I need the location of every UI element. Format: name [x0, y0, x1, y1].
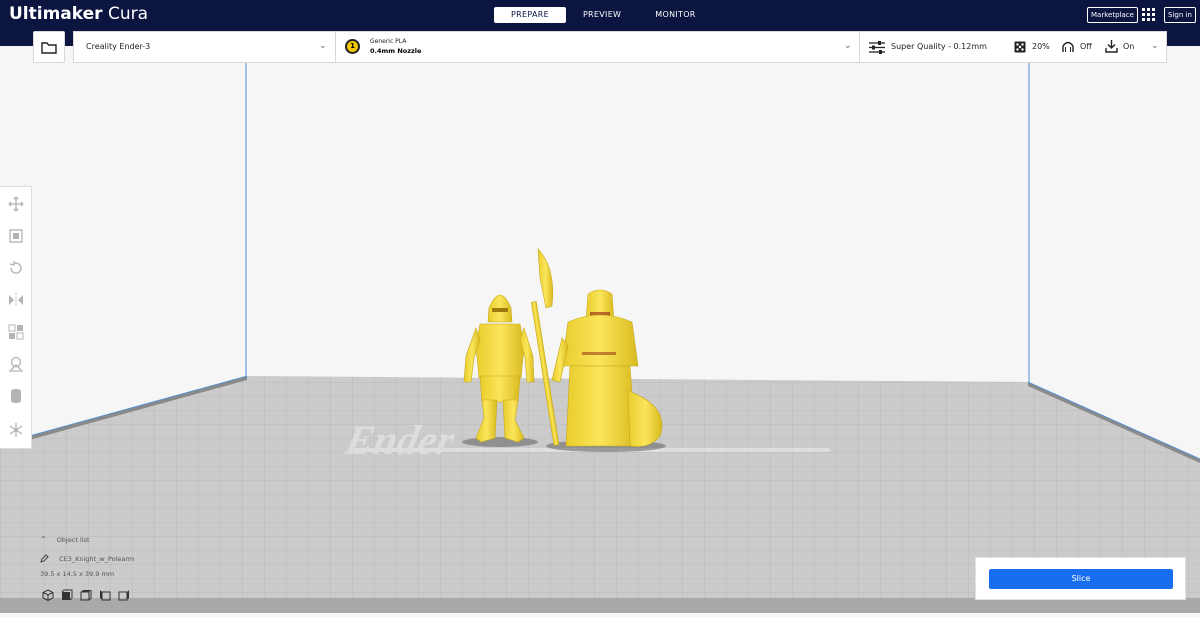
adhesion-value: On — [1123, 42, 1135, 51]
view-top-icon[interactable] — [80, 589, 92, 601]
object-list-item[interactable]: CE3_Knight_w_Polearm — [40, 554, 134, 563]
nozzle-size: 0.4mm Nozzle — [370, 47, 422, 55]
view-orientation-buttons — [42, 589, 130, 601]
printer-name: Creality Ender-3 — [86, 42, 151, 51]
chevron-up-icon: ⌃ — [40, 535, 47, 544]
object-dimensions: 39.5 x 14.5 x 39.9 mm — [40, 570, 115, 578]
stage-tabs: PREPARE PREVIEW MONITOR — [494, 7, 713, 23]
per-model-settings-icon[interactable] — [8, 324, 24, 340]
rotate-tool-icon[interactable] — [8, 260, 24, 276]
infill-icon — [1014, 41, 1026, 53]
view-front-icon[interactable] — [61, 589, 73, 601]
sliders-icon — [869, 41, 885, 54]
app-logo: Ultimaker Cura — [9, 4, 148, 24]
viewport-3d[interactable]: Ender Creality Ender-3 ⌄ 1 Generic PLA 0… — [0, 31, 1200, 613]
printer-selector[interactable]: Creality Ender-3 ⌄ — [73, 31, 336, 63]
cylinder-icon[interactable] — [8, 388, 24, 404]
view-right-icon[interactable] — [118, 589, 130, 601]
view-3d-icon[interactable] — [42, 589, 54, 601]
adhesion-icon — [1105, 40, 1118, 53]
pencil-icon — [40, 554, 49, 563]
view-left-icon[interactable] — [99, 589, 111, 601]
marketplace-button[interactable]: Marketplace — [1087, 7, 1138, 23]
slice-button[interactable]: Slice — [989, 569, 1173, 589]
move-tool-icon[interactable] — [8, 196, 24, 212]
extruder-badge: 1 — [345, 39, 360, 54]
material-selector[interactable]: 1 Generic PLA 0.4mm Nozzle ⌄ — [336, 31, 860, 63]
warrior-model — [530, 248, 663, 447]
svg-text:Ender: Ender — [340, 417, 459, 463]
object-name: CE3_Knight_w_Polearm — [59, 554, 135, 563]
snowflake-icon[interactable] — [8, 422, 24, 438]
scale-tool-icon[interactable] — [8, 228, 24, 244]
build-volume-scene: Ender — [0, 46, 1200, 613]
chevron-down-icon: ⌄ — [319, 41, 327, 51]
tab-preview[interactable]: PREVIEW — [566, 7, 638, 23]
print-settings-selector[interactable]: Super Quality - 0.12mm 20% Off On ⌄ — [859, 31, 1167, 63]
app-logo-light: Cura — [107, 4, 149, 24]
folder-icon — [41, 41, 57, 54]
action-panel: Slice — [975, 557, 1186, 600]
material-name: Generic PLA — [370, 38, 407, 45]
chevron-down-icon: ⌄ — [844, 41, 852, 51]
object-list-toggle[interactable]: ⌃ Object list — [40, 535, 90, 544]
support-icon — [1062, 41, 1074, 52]
tab-monitor[interactable]: MONITOR — [638, 7, 712, 23]
tool-panel — [0, 186, 32, 449]
tab-prepare[interactable]: PREPARE — [494, 7, 566, 23]
support-blocker-icon[interactable] — [8, 356, 24, 372]
chevron-down-icon: ⌄ — [1151, 41, 1159, 51]
support-value: Off — [1080, 42, 1092, 51]
object-list-header: Object list — [56, 536, 90, 544]
sign-in-button[interactable]: Sign in — [1164, 7, 1196, 23]
open-file-button[interactable] — [33, 31, 65, 63]
quality-profile: Super Quality - 0.12mm — [891, 42, 987, 51]
apps-grid-icon[interactable] — [1142, 8, 1156, 22]
app-logo-bold: Ultimaker — [9, 4, 103, 24]
infill-value: 20% — [1032, 42, 1050, 51]
mirror-tool-icon[interactable] — [8, 292, 24, 308]
